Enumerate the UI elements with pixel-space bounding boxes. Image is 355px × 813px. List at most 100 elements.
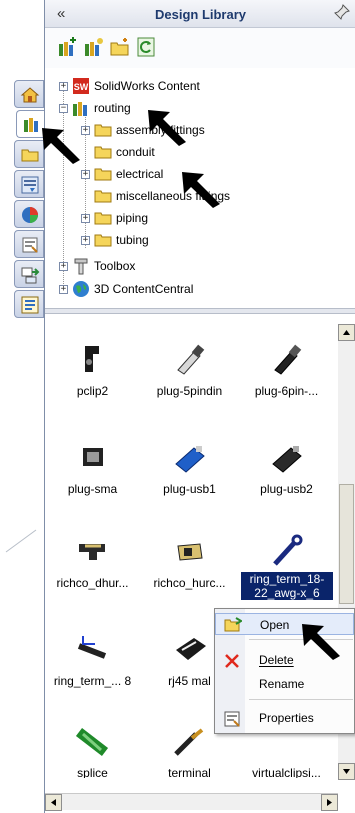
folder-icon	[21, 149, 39, 162]
folder-icon	[94, 234, 112, 247]
expand-plus-icon[interactable]: +	[81, 213, 90, 223]
solidworks-content-icon: SW	[73, 78, 89, 94]
item-label: plug-6pin-...	[254, 384, 319, 398]
menu-item-label: Delete	[259, 653, 294, 667]
tree-node-label: tubing	[116, 233, 149, 247]
appearances-icon	[22, 207, 38, 223]
library-item-plug-6pin[interactable]: plug-6pin-...	[239, 324, 334, 404]
tab-appearances[interactable]	[14, 200, 44, 228]
tree-node-label: electrical	[116, 167, 164, 181]
item-label: ring_term_... 8	[53, 674, 132, 688]
tab-view-palette[interactable]	[14, 170, 44, 198]
library-item-plug-5pindin[interactable]: plug-5pindin	[142, 324, 237, 404]
tutorial-arrow-icon	[302, 624, 340, 660]
properties-icon	[224, 711, 240, 727]
rj45-connector-icon	[176, 638, 206, 660]
custom-properties-icon	[22, 237, 38, 253]
tutorial-arrow-icon	[42, 128, 80, 164]
scroll-down-button[interactable]	[338, 763, 355, 780]
item-label: virtualclipsi...	[252, 766, 321, 778]
item-label: plug-sma	[67, 482, 118, 496]
view-palette-icon	[21, 176, 39, 194]
cable-tie-icon	[79, 544, 105, 560]
tree-node-label: Toolbox	[94, 259, 136, 273]
expand-plus-icon[interactable]: +	[81, 125, 90, 135]
pin-icon[interactable]	[334, 4, 350, 23]
library-item-pclip2[interactable]: pclip2	[45, 324, 140, 404]
usb-plug-icon	[272, 446, 302, 473]
tree-node-label: piping	[116, 211, 149, 225]
menu-item-rename[interactable]: Rename	[215, 673, 354, 695]
ring-terminal-icon	[273, 534, 303, 566]
tree-node-conduit[interactable]: conduit	[81, 141, 155, 163]
add-file-location-button[interactable]	[83, 36, 105, 58]
terminal-icon	[174, 728, 204, 756]
plug-part-icon	[83, 448, 103, 466]
expand-plus-icon[interactable]: +	[59, 284, 68, 294]
globe-icon	[73, 281, 89, 297]
library-item-plug-sma[interactable]: plug-sma	[45, 422, 140, 502]
folder-icon	[94, 168, 112, 181]
create-new-folder-button[interactable]	[109, 36, 131, 58]
scroll-right-button[interactable]	[321, 794, 338, 811]
expand-plus-icon[interactable]: +	[81, 169, 90, 179]
no-expander	[81, 148, 90, 157]
library-item-richco-hurc[interactable]: richco_hurc...	[142, 516, 237, 596]
arrow-down-icon	[343, 769, 350, 774]
tree-node-3d-contentcentral[interactable]: + 3D ContentCentral	[59, 278, 193, 300]
panel-title: Design Library	[154, 7, 247, 22]
tree-node-piping[interactable]: + piping	[81, 207, 148, 229]
tree-node-tubing[interactable]: + tubing	[81, 229, 149, 251]
item-label: plug-usb2	[260, 482, 313, 496]
usb-plug-icon	[175, 446, 205, 473]
library-item-ring-term-8[interactable]: ring_term_... 8	[45, 614, 140, 694]
menu-item-label: Open	[260, 618, 290, 632]
tab-routing-library[interactable]	[14, 260, 44, 288]
plug-part-icon	[274, 344, 302, 375]
tab-home[interactable]	[14, 80, 44, 108]
scroll-up-button[interactable]	[338, 324, 355, 341]
menu-item-label: Properties	[259, 711, 314, 725]
clip-part-icon	[85, 346, 99, 372]
tutorial-arrow-icon	[182, 172, 220, 208]
tab-routing-file-locations[interactable]	[14, 290, 44, 318]
tree-node-label: SolidWorks Content	[94, 79, 200, 93]
expand-plus-icon[interactable]: +	[81, 235, 90, 245]
library-item-plug-usb2[interactable]: plug-usb2	[239, 422, 334, 502]
scroll-left-button[interactable]	[45, 794, 62, 811]
routing-library-icon	[21, 267, 40, 284]
item-label: richco_dhur...	[56, 576, 129, 590]
tab-custom-properties[interactable]	[14, 230, 44, 258]
folder-icon	[94, 212, 112, 225]
panel-title-bar: « Design Library	[45, 0, 355, 28]
item-label: richco_hurc...	[153, 576, 226, 590]
collapse-minus-icon[interactable]: −	[59, 103, 68, 113]
refresh-button[interactable]	[135, 36, 157, 58]
home-icon	[20, 87, 40, 103]
expand-plus-icon[interactable]: +	[59, 81, 68, 91]
library-item-plug-usb1[interactable]: plug-usb1	[142, 422, 237, 502]
menu-separator	[249, 699, 353, 700]
add-file-location-icon	[85, 38, 103, 56]
folder-icon	[94, 190, 112, 203]
arrow-left-icon	[51, 799, 56, 806]
item-label: splice	[77, 766, 108, 778]
expand-plus-icon[interactable]: +	[59, 261, 68, 271]
arrow-up-icon	[343, 330, 350, 335]
library-item-splice[interactable]: splice	[45, 706, 140, 778]
arrow-right-icon	[327, 799, 332, 806]
library-item-richco-dhur[interactable]: richco_dhur...	[45, 516, 140, 596]
tree-node-solidworks-content[interactable]: + SW SolidWorks Content	[59, 75, 200, 97]
tree-node-routing[interactable]: − routing	[59, 97, 131, 119]
tutorial-arrow-icon	[148, 110, 186, 146]
library-item-ring-term-18-22[interactable]: ring_term_18-22_awg-x_6	[239, 516, 334, 600]
add-to-library-button[interactable]	[57, 36, 79, 58]
tree-node-electrical[interactable]: + electrical	[81, 163, 163, 185]
svg-text:SW: SW	[74, 82, 89, 92]
plug-part-icon	[177, 344, 205, 375]
scroll-thumb[interactable]	[339, 484, 354, 604]
tree-node-toolbox[interactable]: + Toolbox	[59, 255, 135, 277]
splice-icon	[75, 728, 109, 756]
gallery-horizontal-scrollbar[interactable]	[45, 793, 338, 811]
menu-item-properties[interactable]: Properties	[215, 707, 354, 729]
